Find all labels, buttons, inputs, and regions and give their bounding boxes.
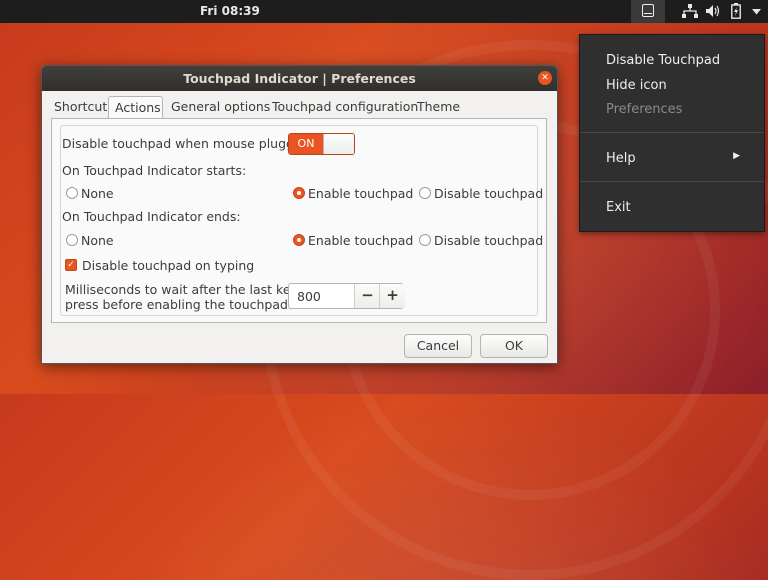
increment-button[interactable]: + xyxy=(379,284,405,308)
ends-radio-none[interactable] xyxy=(66,234,78,246)
ends-radio-disable[interactable] xyxy=(419,234,431,246)
menu-item-preferences: Preferences xyxy=(606,102,683,117)
starts-radio-disable-label[interactable]: Disable touchpad xyxy=(434,186,543,201)
menu-item-disable-touchpad[interactable]: Disable Touchpad xyxy=(606,53,720,68)
starts-radio-enable[interactable] xyxy=(293,187,305,199)
clock[interactable]: Fri 08:39 xyxy=(200,4,260,18)
starts-radio-none[interactable] xyxy=(66,187,78,199)
tab-touchpad-configuration[interactable]: Touchpad configuration xyxy=(272,96,418,118)
touchpad-indicator-icon[interactable] xyxy=(631,0,665,23)
cancel-button[interactable]: Cancel xyxy=(404,334,472,358)
submenu-arrow-icon: ▶ xyxy=(733,151,740,161)
tab-actions[interactable]: Actions xyxy=(108,96,163,118)
starts-radio-disable[interactable] xyxy=(419,187,431,199)
disable-on-typing-label[interactable]: Disable touchpad on typing xyxy=(82,258,254,273)
starts-radio-enable-label[interactable]: Enable touchpad xyxy=(308,186,413,201)
tab-theme[interactable]: Theme xyxy=(417,96,460,118)
switch-on-label: ON xyxy=(289,134,323,154)
dialog-titlebar[interactable]: Touchpad Indicator | Preferences ✕ xyxy=(42,66,557,91)
volume-icon[interactable] xyxy=(705,4,720,18)
starts-radio-none-label[interactable]: None xyxy=(81,186,114,201)
decrement-button[interactable]: − xyxy=(354,284,380,308)
menu-item-help[interactable]: Help xyxy=(606,151,636,166)
ends-radio-enable-label[interactable]: Enable touchpad xyxy=(308,233,413,248)
battery-icon[interactable] xyxy=(731,3,741,19)
delay-value[interactable]: 800 xyxy=(297,289,321,304)
disable-when-mouse-switch[interactable]: ON xyxy=(288,133,355,155)
indicator-menu: Disable Touchpad Hide icon Preferences H… xyxy=(579,34,765,232)
tab-shortcut[interactable]: Shortcut xyxy=(54,96,107,118)
menu-item-exit[interactable]: Exit xyxy=(606,200,631,215)
dialog-title: Touchpad Indicator | Preferences xyxy=(183,71,416,86)
close-icon[interactable]: ✕ xyxy=(538,71,552,85)
network-icon[interactable] xyxy=(682,4,698,19)
disable-on-typing-checkbox[interactable]: ✓ xyxy=(65,259,77,271)
disable-when-mouse-label: Disable touchpad when mouse plugged xyxy=(62,136,310,151)
tab-general-options[interactable]: General options xyxy=(171,96,270,118)
ends-radio-none-label[interactable]: None xyxy=(81,233,114,248)
system-menu-chevron-icon[interactable] xyxy=(752,9,761,15)
ms-label-line1: Milliseconds to wait after the last key xyxy=(65,282,298,297)
switch-knob xyxy=(323,134,354,154)
ends-radio-enable[interactable] xyxy=(293,234,305,246)
menu-item-hide-icon[interactable]: Hide icon xyxy=(606,78,667,93)
ends-radio-disable-label[interactable]: Disable touchpad xyxy=(434,233,543,248)
menu-separator xyxy=(580,132,764,133)
ok-button[interactable]: OK xyxy=(480,334,548,358)
starts-label: On Touchpad Indicator starts: xyxy=(62,163,247,178)
ms-label-line2: press before enabling the touchpad: xyxy=(65,297,293,312)
ends-label: On Touchpad Indicator ends: xyxy=(62,209,241,224)
delay-spinbutton[interactable]: 800 − + xyxy=(288,283,405,309)
menu-separator xyxy=(580,181,764,182)
top-panel: Fri 08:39 xyxy=(0,0,768,23)
